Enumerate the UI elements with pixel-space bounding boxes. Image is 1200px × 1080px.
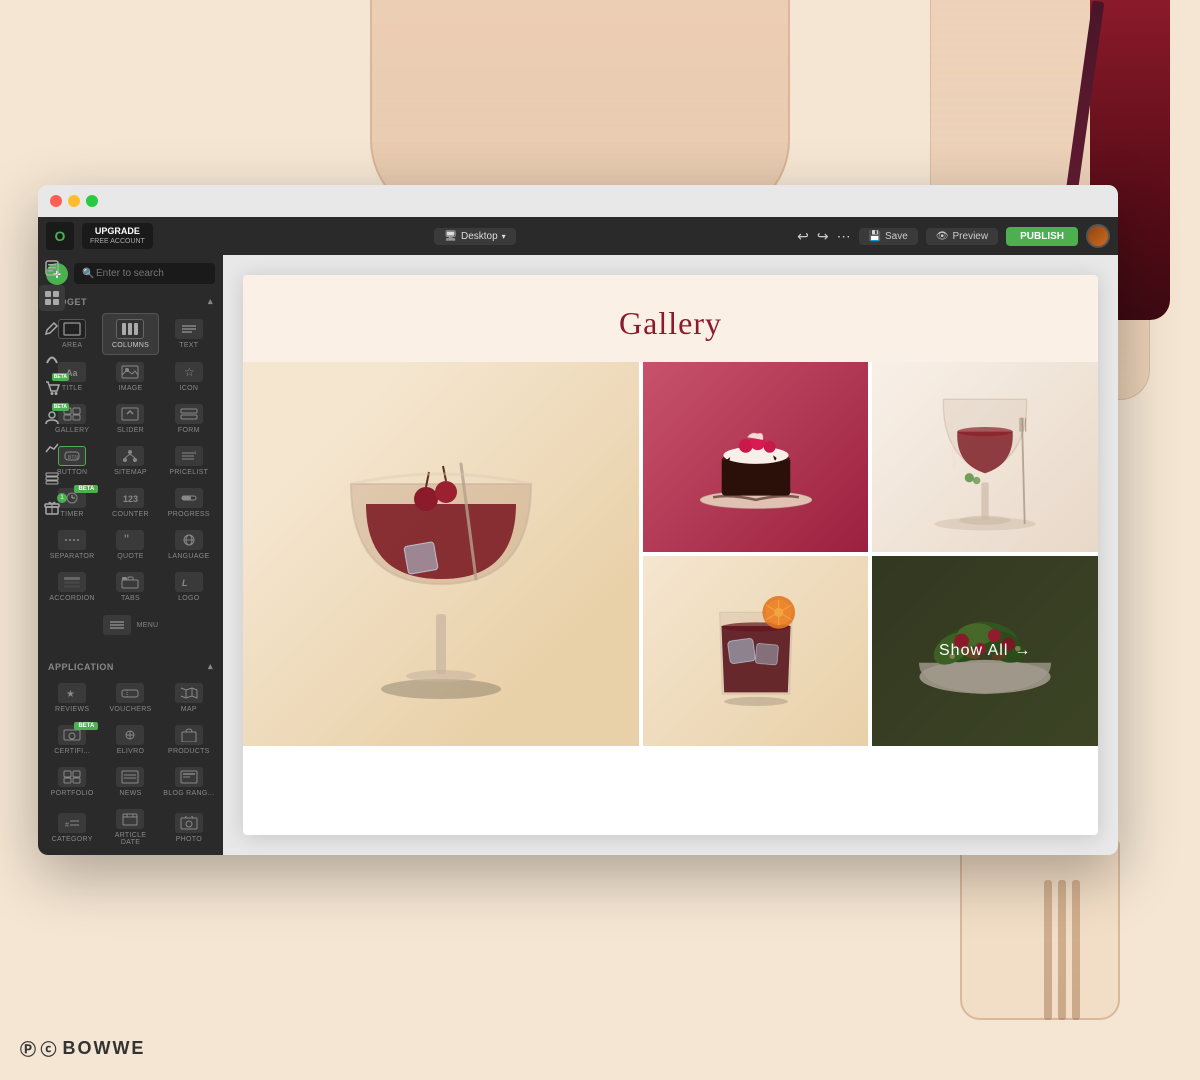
widget-tabs[interactable]: TABS: [102, 567, 158, 607]
main-content: + 🔍 WIDGET ▴ ARE: [38, 255, 1118, 855]
canvas-header: Gallery: [243, 275, 1098, 362]
save-button[interactable]: 💾 Save: [859, 228, 918, 245]
app-bar-center: 🖥 Desktop ▾: [161, 228, 789, 245]
widget-sitemap[interactable]: SITEMAP: [102, 441, 158, 481]
widget-separator[interactable]: SEPARATOR: [44, 525, 100, 565]
widget-text[interactable]: TEXT: [161, 313, 217, 355]
chevron-down-icon: ▾: [502, 232, 506, 241]
show-all-label: Show All: [939, 642, 1008, 660]
nav-design[interactable]: [39, 345, 65, 371]
show-all-overlay: Show All →: [872, 556, 1098, 746]
widget-language[interactable]: LANGUAGE: [161, 525, 217, 565]
show-all-button[interactable]: Show All →: [939, 642, 1031, 660]
undo-button[interactable]: ↩: [797, 228, 809, 245]
app-category[interactable]: # CATEGORY: [44, 804, 100, 851]
save-icon: 💾: [869, 231, 881, 242]
svg-text:BTN: BTN: [68, 455, 78, 461]
app-elivro[interactable]: ELIVRO: [102, 720, 158, 760]
preview-button[interactable]: 👁 Preview: [926, 228, 998, 245]
nav-gift[interactable]: 1: [39, 495, 65, 521]
app-bar-right: ↩ ↪ ⋯ 💾 Save 👁 Preview PUBLISH: [797, 224, 1110, 248]
widget-menu[interactable]: MENU: [44, 611, 217, 639]
widget-slider[interactable]: SLIDER: [102, 399, 158, 439]
gallery-image-wine[interactable]: [872, 362, 1098, 552]
widget-image[interactable]: IMAGE: [102, 357, 158, 397]
gallery-image-main[interactable]: [243, 362, 639, 746]
bg-straws: [1044, 880, 1080, 1020]
gallery-image-cocktail-small[interactable]: [643, 556, 869, 746]
redo-button[interactable]: ↪: [817, 228, 829, 245]
canvas-area: Gallery: [223, 255, 1118, 855]
app-reading-time[interactable]: READING TIME: [102, 853, 158, 855]
app-certificate[interactable]: CERTIFI... BETA: [44, 720, 100, 760]
bowwe-logo: Ⓟ ⓒ BOWWE: [20, 1036, 145, 1060]
app-title[interactable]: M— TITLE: [161, 853, 217, 855]
publish-button[interactable]: PUBLISH: [1006, 227, 1078, 246]
nav-edit[interactable]: [39, 315, 65, 341]
app-reviews[interactable]: ★ REVIEWS: [44, 678, 100, 718]
search-icon: 🔍: [82, 268, 94, 279]
maximize-button[interactable]: [86, 195, 98, 207]
app-logo-icon: O: [46, 222, 74, 250]
svg-text:#: #: [65, 822, 69, 829]
app-vouchers[interactable]: VOUCHERS: [102, 678, 158, 718]
nav-analytics[interactable]: [39, 435, 65, 461]
widget-icon[interactable]: ☆ ICON: [161, 357, 217, 397]
share-button[interactable]: ⋯: [837, 228, 851, 245]
svg-text:☆: ☆: [184, 365, 195, 379]
svg-text:★: ★: [66, 689, 75, 700]
application-section: APPLICATION ▴ ★ REVIEWS VOUCHERS MAP: [38, 653, 223, 855]
app-products[interactable]: PRODUCTS: [161, 720, 217, 760]
show-all-arrow-icon: →: [1014, 642, 1031, 660]
gallery-grid: Show All →: [243, 362, 1098, 746]
widget-logo[interactable]: L LOGO: [161, 567, 217, 607]
widget-columns[interactable]: COLUMNS: [102, 313, 158, 355]
application-grid: ★ REVIEWS VOUCHERS MAP CERTIFI... B: [38, 676, 223, 855]
app-portfolio[interactable]: PORTFOLIO: [44, 762, 100, 802]
nav-layers[interactable]: [39, 465, 65, 491]
widget-quote[interactable]: " QUOTE: [102, 525, 158, 565]
chevron-up-icon: ▴: [208, 296, 213, 307]
widget-pricelist[interactable]: $ PRICELIST: [161, 441, 217, 481]
gallery-image-chocolate[interactable]: [643, 362, 869, 552]
search-input[interactable]: [74, 263, 215, 284]
app-window: O UPGRADE FREE ACCOUNT 🖥 Desktop ▾ ↩ ↪ ⋯…: [38, 185, 1118, 855]
app-tags[interactable]: TAGS: [44, 853, 100, 855]
app-blog-range[interactable]: BLOG RANG...: [161, 762, 217, 802]
app-news[interactable]: NEWS: [102, 762, 158, 802]
chevron-up-icon-2: ▴: [208, 661, 213, 672]
desktop-icon: 🖥: [444, 231, 457, 242]
bg-glass-bottom: [960, 840, 1120, 1020]
device-selector[interactable]: 🖥 Desktop ▾: [434, 228, 515, 245]
app-bar: O UPGRADE FREE ACCOUNT 🖥 Desktop ▾ ↩ ↪ ⋯…: [38, 217, 1118, 255]
gallery-title: Gallery: [283, 305, 1058, 342]
widget-progress[interactable]: PROGRESS: [161, 483, 217, 523]
nav-pages[interactable]: [39, 255, 65, 281]
svg-text:L: L: [182, 578, 188, 588]
upgrade-button[interactable]: UPGRADE FREE ACCOUNT: [82, 223, 153, 250]
widget-counter[interactable]: 123 COUNTER: [102, 483, 158, 523]
application-section-header: APPLICATION ▴: [38, 657, 223, 676]
app-photo[interactable]: PHOTO: [161, 804, 217, 851]
close-button[interactable]: [50, 195, 62, 207]
left-nav-strip: BETA BETA 1: [38, 255, 66, 521]
minimize-button[interactable]: [68, 195, 80, 207]
widget-menu-row: MENU: [38, 609, 223, 641]
gallery-image-salad[interactable]: Show All →: [872, 556, 1098, 746]
title-bar: [38, 185, 1118, 217]
website-canvas: Gallery: [243, 275, 1098, 835]
svg-text:123: 123: [123, 494, 138, 504]
app-map[interactable]: MAP: [161, 678, 217, 718]
nav-widgets[interactable]: [39, 285, 65, 311]
nav-cart[interactable]: BETA: [39, 375, 65, 401]
widget-accordion[interactable]: ACCORDION: [44, 567, 100, 607]
svg-text:": ": [124, 533, 129, 547]
svg-text:$: $: [194, 450, 197, 455]
widget-form[interactable]: FORM: [161, 399, 217, 439]
app-article-date[interactable]: ARTICLE DATE: [102, 804, 158, 851]
nav-crm[interactable]: BETA: [39, 405, 65, 431]
preview-icon: 👁: [936, 231, 949, 242]
user-avatar[interactable]: [1086, 224, 1110, 248]
